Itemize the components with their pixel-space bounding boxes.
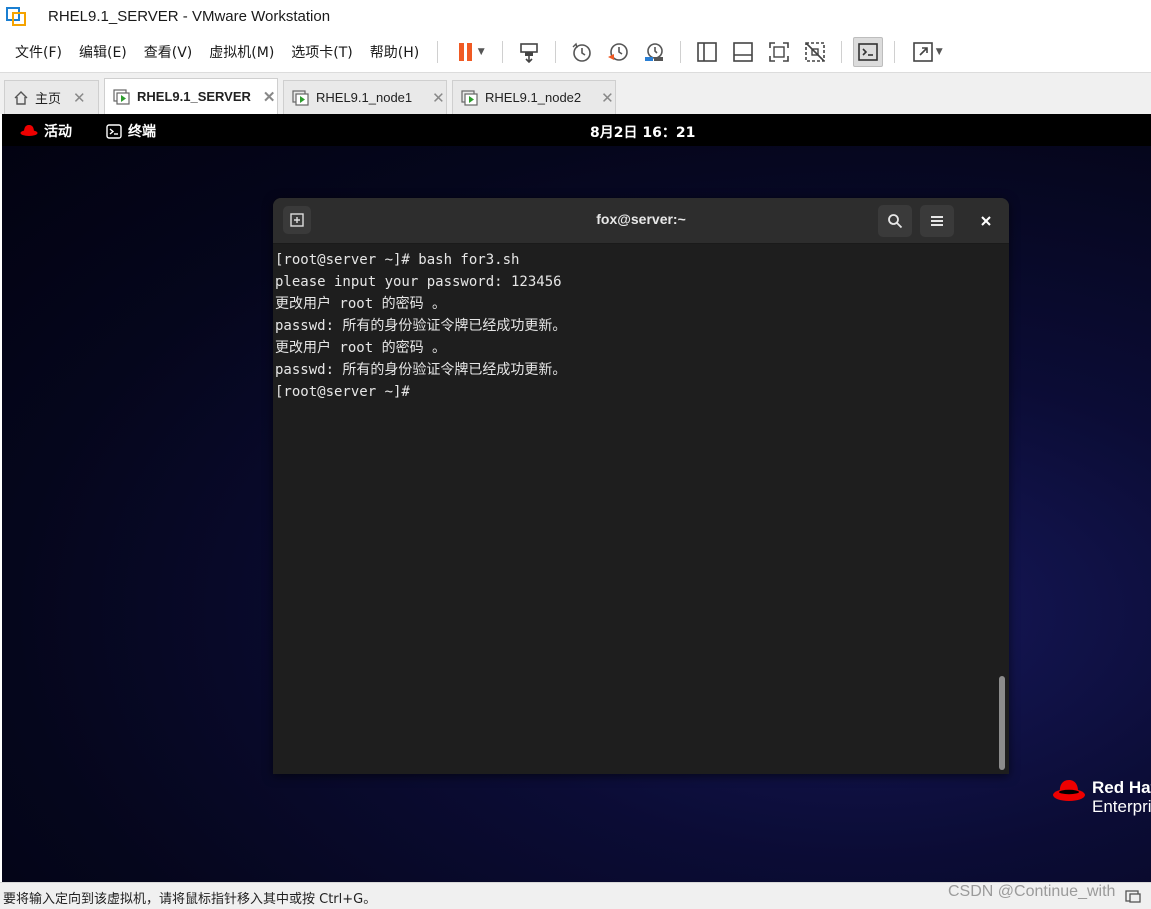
unity-icon[interactable]: [800, 37, 830, 67]
toolbar-separator: [437, 41, 439, 63]
toolbar-separator: [555, 41, 557, 63]
terminal-headerbar: fox@server:~: [273, 198, 1009, 244]
tab-rhel-node1[interactable]: RHEL9.1_node1 ✕: [283, 80, 447, 114]
toolbar-separator: [894, 41, 896, 63]
menu-view[interactable]: 查看(V): [137, 38, 200, 66]
vmware-workstation-icon: [6, 5, 28, 27]
close-icon: [981, 216, 991, 226]
menu-vm[interactable]: 虚拟机(M): [202, 38, 281, 66]
terminal-line: 更改用户 root 的密码 。: [275, 296, 447, 312]
terminal-icon: [106, 123, 122, 139]
vm-console[interactable]: 活动 终端 8月2日 16：21 fox@server:~ [root@serv…: [2, 114, 1151, 882]
app-menu-terminal[interactable]: 终端: [106, 121, 156, 141]
terminal-line: [root@server ~]# bash for3.sh: [275, 252, 520, 268]
vm-running-icon: [292, 89, 310, 106]
search-button[interactable]: [878, 205, 912, 237]
redhat-logo-icon: [1053, 780, 1085, 801]
gnome-top-bar: 活动 终端 8月2日 16：21: [2, 114, 1151, 146]
hamburger-menu-button[interactable]: [920, 205, 954, 237]
terminal-output[interactable]: [root@server ~]# bash for3.sh please inpu…: [273, 244, 995, 774]
activities-label: 活动: [44, 124, 72, 140]
terminal-scrollbar[interactable]: [995, 244, 1009, 774]
terminal-line: passwd: 所有的身份验证令牌已经成功更新。: [275, 362, 567, 378]
toolbar-separator: [841, 41, 843, 63]
terminal-line: passwd: 所有的身份验证令牌已经成功更新。: [275, 318, 567, 334]
menu-edit[interactable]: 编辑(E): [72, 38, 134, 66]
activities-button[interactable]: 活动: [20, 121, 72, 141]
tab-label: RHEL9.1_node2: [485, 90, 582, 105]
menu-file[interactable]: 文件(F): [8, 38, 69, 66]
vm-running-icon: [113, 88, 131, 105]
tab-label: RHEL9.1_node1: [316, 90, 413, 105]
vm-running-icon: [461, 89, 479, 106]
clock[interactable]: 8月2日 16：21: [590, 122, 695, 142]
close-icon[interactable]: ✕: [601, 89, 614, 107]
thumbnail-bar-icon[interactable]: [728, 37, 758, 67]
snapshot-icon[interactable]: [567, 37, 597, 67]
show-library-icon[interactable]: [692, 37, 722, 67]
brand-line-2: Enterprise: [1092, 797, 1151, 816]
terminal-line: 更改用户 root 的密码 。: [275, 340, 447, 356]
snapshot-manager-icon[interactable]: [639, 37, 669, 67]
tab-home[interactable]: 主页 ✕: [4, 80, 99, 114]
tab-label: RHEL9.1_SERVER: [137, 89, 251, 104]
menu-toolbar: 文件(F) 编辑(E) 查看(V) 虚拟机(M) 选项卡(T) 帮助(H) ▼ …: [0, 32, 1151, 72]
terminal-window[interactable]: fox@server:~ [root@server ~]# bash for3.…: [273, 198, 1009, 774]
brand-line-1: Red Hat: [1092, 778, 1151, 797]
terminal-line: please input your password: 123456: [275, 274, 562, 290]
network-adapter-icon[interactable]: [1124, 888, 1142, 908]
terminal-prompt-line: [root@server ~]#: [275, 384, 410, 400]
watermark: CSDN @Continue_with: [948, 883, 1116, 900]
tab-rhel-server[interactable]: RHEL9.1_SERVER ✕: [104, 78, 278, 114]
pause-icon[interactable]: ▼: [449, 37, 491, 67]
redhat-branding: Red Hat Enterprise: [1052, 778, 1151, 816]
window-titlebar: RHEL9.1_SERVER - VMware Workstation: [0, 0, 1151, 32]
close-icon[interactable]: ✕: [73, 89, 86, 107]
close-icon[interactable]: ✕: [263, 88, 276, 106]
toolbar-separator: [680, 41, 682, 63]
search-icon: [888, 214, 903, 229]
window-title: RHEL9.1_SERVER - VMware Workstation: [48, 7, 331, 25]
menu-help[interactable]: 帮助(H): [363, 38, 426, 66]
menu-tabs[interactable]: 选项卡(T): [284, 38, 359, 66]
status-message: 要将输入定向到该虚拟机，请将鼠标指针移入其中或按 Ctrl+G。: [3, 892, 377, 907]
status-bar: 要将输入定向到该虚拟机，请将鼠标指针移入其中或按 Ctrl+G。 CSDN @C…: [0, 882, 1151, 909]
close-button[interactable]: [970, 205, 1002, 237]
close-icon[interactable]: ✕: [432, 89, 445, 107]
app-name-label: 终端: [128, 124, 156, 140]
vm-tab-bar: 主页 ✕ RHEL9.1_SERVER ✕ RHEL9.1_node1 ✕ RH…: [0, 72, 1151, 114]
redhat-hat-icon: [20, 125, 38, 136]
toolbar-separator: [502, 41, 504, 63]
revert-snapshot-icon[interactable]: [603, 37, 633, 67]
tab-label: 主页: [35, 91, 62, 106]
full-screen-icon[interactable]: [764, 37, 794, 67]
scrollbar-thumb[interactable]: [999, 676, 1005, 770]
console-view-icon[interactable]: [853, 37, 884, 67]
send-ctrl-alt-del-icon[interactable]: [514, 37, 544, 67]
stretch-guest-icon[interactable]: ▼: [906, 37, 948, 67]
hamburger-menu-icon: [931, 216, 943, 226]
tab-rhel-node2[interactable]: RHEL9.1_node2 ✕: [452, 80, 616, 114]
home-icon: [13, 90, 29, 106]
